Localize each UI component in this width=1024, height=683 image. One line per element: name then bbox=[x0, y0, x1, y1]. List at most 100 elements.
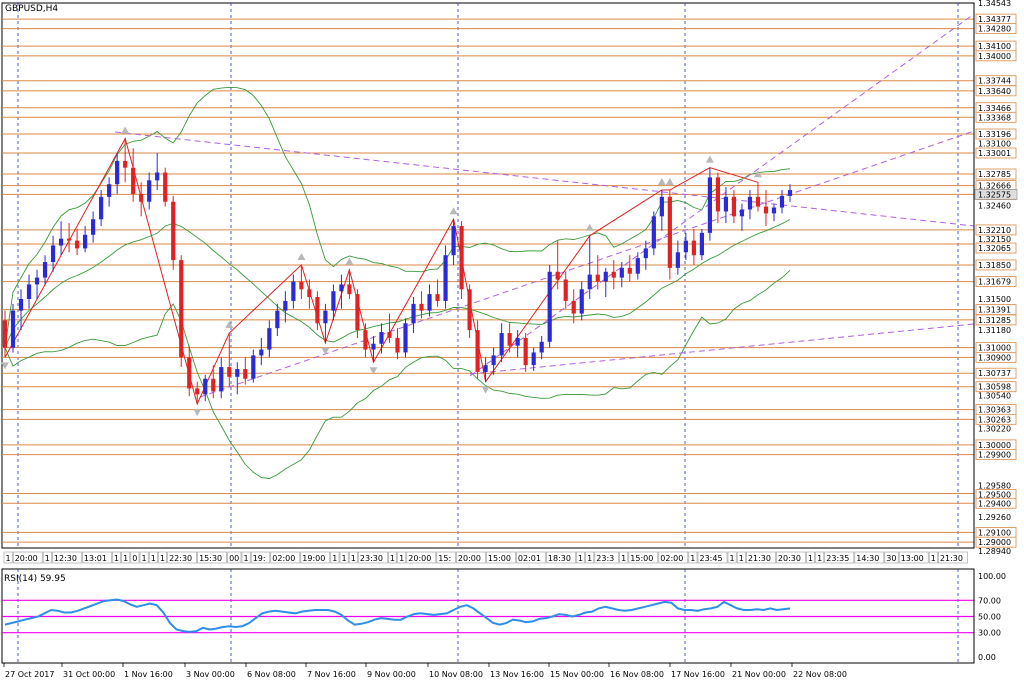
candle-body bbox=[723, 196, 729, 212]
candle-body bbox=[611, 271, 616, 278]
price-tick-label: 1.34377 bbox=[978, 15, 1011, 24]
event-marker-label: 23:30 bbox=[360, 554, 383, 563]
candle-body bbox=[411, 303, 416, 324]
price-tick-label: 1.32150 bbox=[978, 235, 1011, 244]
price-tick-label: 1.33100 bbox=[978, 139, 1011, 148]
candle-body bbox=[427, 294, 432, 311]
candle-body bbox=[83, 234, 88, 249]
event-marker-label: 1 bbox=[739, 554, 744, 563]
candle-body bbox=[539, 341, 544, 353]
candle-body bbox=[195, 388, 200, 395]
event-marker-label: 1 bbox=[332, 554, 337, 563]
candle-body bbox=[34, 277, 40, 285]
candle-body bbox=[683, 240, 688, 253]
price-tick-label: 1.30900 bbox=[978, 353, 1011, 362]
price-tick-label: 1.31500 bbox=[978, 295, 1011, 304]
price-tick-label: 1.32460 bbox=[978, 202, 1011, 211]
candle-body bbox=[74, 240, 80, 249]
event-marker-label: 1 bbox=[160, 554, 165, 563]
candle-body bbox=[555, 271, 560, 280]
candle-body bbox=[107, 184, 112, 197]
event-marker-label: 12:30 bbox=[54, 554, 77, 563]
price-tick-label: 1.33466 bbox=[978, 104, 1011, 113]
candle-body bbox=[171, 201, 176, 261]
candle-body bbox=[643, 248, 648, 259]
candle-body bbox=[627, 267, 632, 274]
event-marker-label: 23:45 bbox=[700, 554, 723, 563]
candle-body bbox=[339, 284, 344, 292]
candle-body bbox=[507, 333, 512, 346]
time-tick-label: 1 Nov 16:00 bbox=[124, 670, 173, 679]
event-marker-label: 0 bbox=[132, 554, 137, 563]
event-marker-label: 14:30 bbox=[856, 554, 879, 563]
candle-body bbox=[315, 297, 320, 324]
price-tick-label: 1.31391 bbox=[978, 306, 1011, 315]
candle-body bbox=[58, 238, 64, 246]
event-marker-label: 00 bbox=[229, 554, 239, 563]
price-tick-label: 1.31679 bbox=[978, 278, 1011, 287]
price-tick-label: 1.32210 bbox=[978, 226, 1011, 235]
event-marker-label: 1 bbox=[690, 554, 695, 563]
time-tick-label: 27 Oct 2017 bbox=[5, 670, 54, 679]
price-tick-label: 1.29100 bbox=[978, 528, 1011, 537]
event-marker-label: 1 bbox=[587, 554, 592, 563]
event-marker-label: 1 bbox=[351, 554, 356, 563]
event-marker-label: 02:00 bbox=[660, 554, 683, 563]
event-marker-label: 18:30 bbox=[548, 554, 571, 563]
candle-body bbox=[651, 216, 656, 249]
candle-body bbox=[323, 310, 328, 324]
event-marker-label: 1 bbox=[123, 554, 128, 563]
price-tick-label: 1.32785 bbox=[978, 170, 1011, 179]
rsi-tick-label: 100.00 bbox=[978, 572, 1006, 581]
event-marker-label: 20:00 bbox=[15, 554, 38, 563]
event-marker-label: 1 bbox=[114, 554, 119, 563]
event-marker-label: 1 bbox=[399, 554, 404, 563]
chart-title: GBPUSD,H4 bbox=[5, 4, 58, 14]
candle-body bbox=[491, 355, 496, 366]
candle-body bbox=[299, 281, 304, 290]
candle-body bbox=[275, 310, 280, 329]
candle-body bbox=[435, 294, 440, 301]
candle-body bbox=[707, 177, 712, 233]
candle-body bbox=[635, 258, 640, 274]
candle-body bbox=[587, 274, 592, 290]
candle-body bbox=[259, 349, 264, 356]
price-tick-label: 1.34280 bbox=[978, 25, 1011, 34]
background bbox=[0, 0, 1024, 683]
time-tick-label: 21 Nov 00:00 bbox=[732, 670, 786, 679]
current-price-label: 1.32575 bbox=[978, 190, 1011, 199]
price-tick-label: 1.29400 bbox=[978, 499, 1011, 508]
time-tick-label: 17 Nov 16:00 bbox=[671, 670, 725, 679]
candle-body bbox=[475, 330, 480, 372]
candle-body bbox=[227, 367, 232, 377]
candle-body bbox=[66, 238, 72, 241]
candle-body bbox=[147, 180, 152, 202]
candle-body bbox=[307, 289, 312, 298]
candle-body bbox=[179, 260, 184, 358]
time-tick-label: 7 Nov 16:00 bbox=[307, 670, 356, 679]
candle-body bbox=[451, 226, 456, 256]
time-tick-label: 31 Oct 00:00 bbox=[63, 670, 115, 679]
event-marker-label: 30 bbox=[886, 554, 896, 563]
candle-body bbox=[419, 303, 424, 311]
event-marker-label: 23:35 bbox=[826, 554, 849, 563]
price-tick-label: 1.30000 bbox=[978, 441, 1011, 450]
event-marker-label: 1 bbox=[45, 554, 50, 563]
event-marker-label: 1 bbox=[931, 554, 936, 563]
time-tick-label: 16 Nov 08:00 bbox=[610, 670, 664, 679]
event-marker-label: 22:30 bbox=[169, 554, 192, 563]
candle-body bbox=[395, 337, 400, 353]
price-tick-label: 1.31180 bbox=[978, 326, 1011, 335]
price-tick-label: 1.33744 bbox=[978, 77, 1011, 86]
event-marker-label: 15:00 bbox=[630, 554, 653, 563]
price-tick-label: 1.30363 bbox=[978, 406, 1011, 415]
time-tick-label: 10 Nov 08:00 bbox=[429, 670, 483, 679]
candle-body bbox=[91, 219, 96, 235]
time-tick-label: 3 Nov 00:00 bbox=[186, 670, 235, 679]
candle-body bbox=[387, 332, 392, 338]
price-tick-label: 1.34543 bbox=[978, 0, 1011, 8]
rsi-tick-label: 30.00 bbox=[978, 629, 1001, 638]
chart-root: 1.34543 1.343771.34280 1.341001.34000 1.337… bbox=[0, 0, 1024, 683]
event-marker-label: 02:00 bbox=[272, 554, 295, 563]
candle-body bbox=[459, 226, 464, 290]
